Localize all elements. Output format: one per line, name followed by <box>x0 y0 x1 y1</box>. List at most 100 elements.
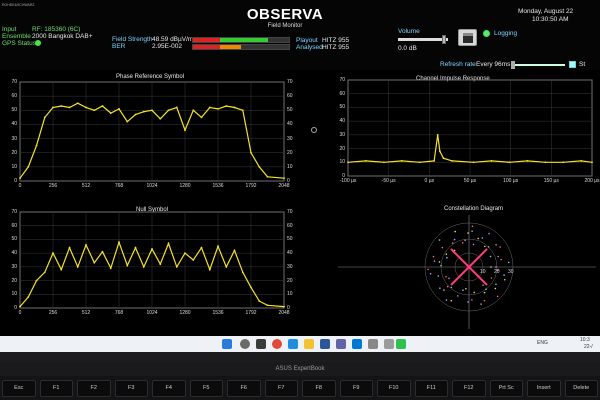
x-tick-label: 2048 <box>278 310 290 316</box>
windows-start-icon[interactable] <box>222 339 232 349</box>
constellation-point <box>483 291 486 294</box>
x-tick-label: 0 µs <box>424 178 435 184</box>
data-point <box>200 116 203 119</box>
key-f9[interactable]: F9 <box>339 380 373 397</box>
constellation-point <box>487 246 490 248</box>
constellation-point <box>437 275 440 277</box>
constellation-point <box>446 256 448 259</box>
x-tick-label: 256 <box>48 310 58 316</box>
data-point <box>526 160 529 162</box>
data-point <box>52 252 54 255</box>
data-point <box>175 265 178 268</box>
tray-language[interactable]: ENG <box>537 340 548 346</box>
constellation-point <box>495 244 497 246</box>
x-tick-label: 256 <box>48 183 58 189</box>
key-f4[interactable]: F4 <box>152 380 186 397</box>
constellation-point <box>438 239 441 241</box>
file-explorer-icon[interactable] <box>304 339 314 349</box>
mail-icon[interactable] <box>352 339 362 349</box>
word-icon[interactable] <box>320 339 330 349</box>
refresh-slider-handle[interactable] <box>511 61 515 69</box>
key-f1[interactable]: F1 <box>39 380 73 397</box>
refresh-slider[interactable] <box>515 64 565 66</box>
line-icon[interactable] <box>396 339 406 349</box>
data-point <box>382 161 385 164</box>
key-prt-sc[interactable]: Prt Sc <box>489 380 523 397</box>
data-point <box>266 304 269 307</box>
data-point <box>217 107 219 110</box>
data-point <box>283 305 285 308</box>
x-tick-label: 50 µs <box>463 178 477 184</box>
key-f7[interactable]: F7 <box>264 380 298 397</box>
y-tick-label: 20 <box>11 277 17 284</box>
field-strength-value: 48.59 dBµV/m <box>152 36 194 43</box>
y2-tick-label: 50 <box>287 236 293 243</box>
volume-slider[interactable] <box>398 38 448 41</box>
y2-tick-label: 40 <box>287 121 293 128</box>
data-point <box>60 105 63 107</box>
constellation-point <box>480 303 482 305</box>
data-point <box>436 133 439 136</box>
ber-value: 2.95E-002 <box>152 43 182 50</box>
data-point <box>217 245 219 248</box>
save-button[interactable] <box>458 29 477 46</box>
y-tick-label: 60 <box>339 90 345 97</box>
key-f6[interactable]: F6 <box>227 380 261 397</box>
data-point <box>126 264 129 267</box>
key-f8[interactable]: F8 <box>302 380 336 397</box>
observa-app-icon[interactable] <box>368 339 378 349</box>
volume-value: 0.0 dB <box>398 45 417 52</box>
search-icon[interactable] <box>240 339 250 349</box>
logging-toggle[interactable] <box>483 30 490 37</box>
data-point <box>225 265 228 268</box>
constellation-point <box>490 266 492 268</box>
constellation-point <box>453 249 456 252</box>
data-point <box>76 265 79 268</box>
task-view-icon[interactable] <box>256 339 266 349</box>
data-point <box>365 160 367 162</box>
data-point <box>27 165 30 168</box>
volume-slider-handle[interactable] <box>442 35 446 44</box>
gear-icon[interactable] <box>311 127 317 133</box>
tray-date[interactable]: 22-/ <box>584 344 593 350</box>
data-point <box>167 242 170 245</box>
key-insert[interactable]: Insert <box>527 380 561 397</box>
constellation-point <box>439 287 441 289</box>
tray-time[interactable]: 10:3 <box>580 337 590 343</box>
teams-icon[interactable] <box>336 339 346 349</box>
data-point <box>167 109 170 112</box>
data-point <box>19 177 21 180</box>
logging-label: Logging <box>494 30 518 37</box>
input-label: Input <box>2 26 17 33</box>
data-point <box>101 105 104 107</box>
data-point <box>241 271 244 274</box>
key-f11[interactable]: F11 <box>414 380 448 397</box>
app-icon[interactable] <box>384 339 394 349</box>
x-tick-label: 0 <box>18 310 22 316</box>
key-esc[interactable]: Esc <box>2 380 36 397</box>
y2-tick-label: 10 <box>287 163 293 170</box>
refresh-value: Every 96ms <box>476 61 511 68</box>
data-point <box>438 150 441 153</box>
key-f12[interactable]: F12 <box>452 380 486 397</box>
constellation-point <box>482 284 484 287</box>
key-f5[interactable]: F5 <box>189 380 223 397</box>
data-point <box>400 160 403 162</box>
data-point <box>184 129 186 131</box>
key-f3[interactable]: F3 <box>114 380 148 397</box>
y2-tick-label: 10 <box>287 291 293 298</box>
stop-label: St <box>579 61 586 68</box>
key-f10[interactable]: F10 <box>377 380 411 397</box>
y-tick-label: 40 <box>339 118 345 125</box>
key-delete[interactable]: Delete <box>564 380 598 397</box>
edge-icon[interactable] <box>288 339 298 349</box>
constellation-point <box>445 253 448 256</box>
constellation-point <box>494 287 497 290</box>
chrome-icon[interactable] <box>272 339 282 349</box>
stop-checkbox[interactable] <box>569 61 576 68</box>
key-f2[interactable]: F2 <box>77 380 111 397</box>
field-strength-label: Field Strength <box>112 36 153 43</box>
constellation-point <box>471 230 473 232</box>
y2-tick-label: 40 <box>287 250 293 257</box>
cir-chart-svg <box>347 79 593 177</box>
